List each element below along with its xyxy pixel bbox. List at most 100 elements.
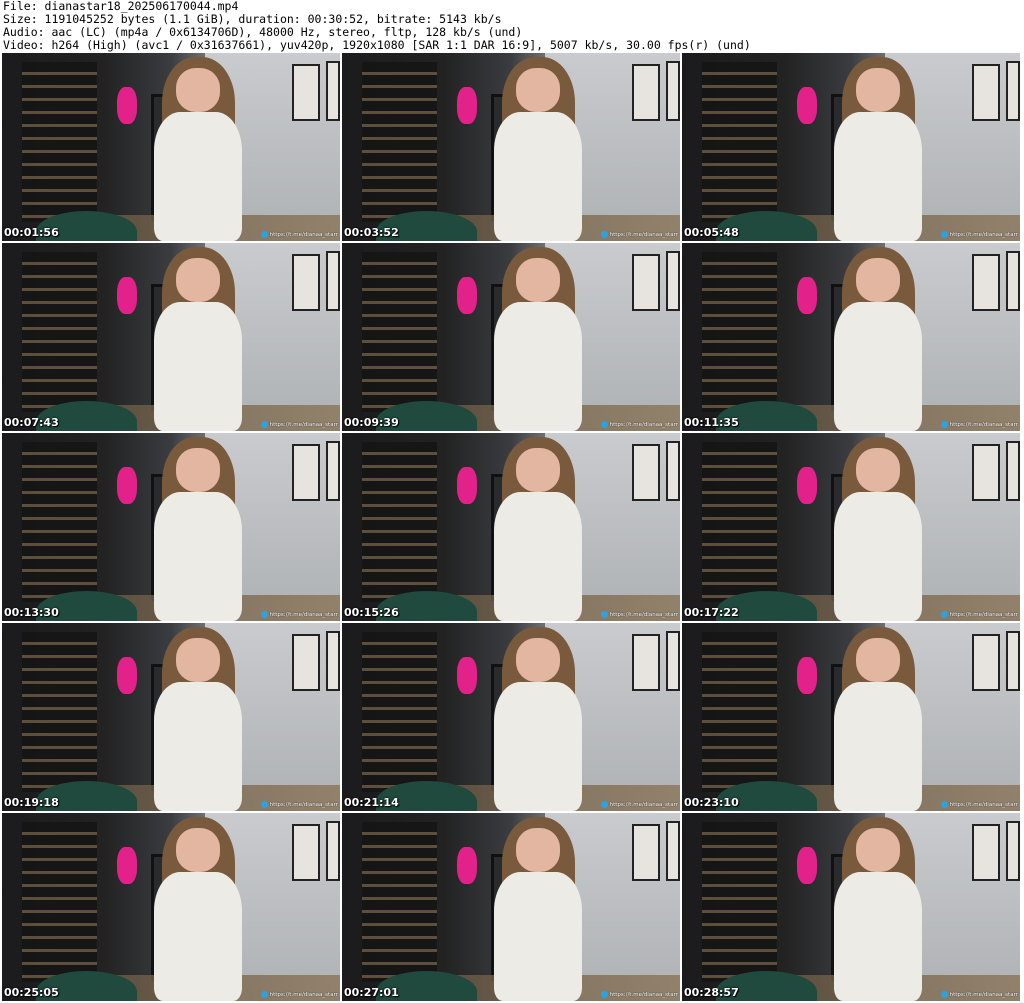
wall-picture-frame [325,250,340,311]
frame-timestamp: 00:11:35 [684,416,739,429]
wall-picture-frame [665,60,680,121]
telegram-icon [600,231,608,238]
person-face [856,257,900,302]
wall-picture-frame [292,254,320,311]
person-body [494,302,582,431]
wall-picture-frame [292,824,320,881]
wall-picture-frame [665,440,680,501]
watermark: https://t.me/dianaa_starr [260,420,338,429]
person-figure [477,56,599,241]
staircase-background [22,252,97,413]
watermark: https://t.me/dianaa_starr [600,610,678,619]
telegram-icon [600,801,608,808]
person-body [834,112,922,241]
wall-picture-frame [972,444,1000,501]
video-line: Video: h264 (High) (avc1 / 0x31637661), … [3,39,751,52]
staircase-background [362,62,437,223]
video-frame-thumbnail: 00:19:18 https://t.me/dianaa_starr [2,623,340,811]
person-face [176,257,220,302]
watermark-text: https://t.me/dianaa_starr [609,991,678,998]
wall-picture-frame [1005,60,1020,121]
person-body [834,302,922,431]
pink-object [796,86,818,125]
telegram-icon [940,421,948,428]
video-frame-thumbnail: 00:09:39 https://t.me/dianaa_starr [342,243,680,431]
pink-object [796,656,818,695]
watermark-text: https://t.me/dianaa_starr [949,231,1018,238]
watermark: https://t.me/dianaa_starr [260,230,338,239]
watermark-text: https://t.me/dianaa_starr [269,231,338,238]
frame-timestamp: 00:15:26 [344,606,399,619]
watermark-text: https://t.me/dianaa_starr [949,421,1018,428]
staircase-background [22,442,97,603]
person-face [856,67,900,112]
video-frame-thumbnail: 00:17:22 https://t.me/dianaa_starr [682,433,1020,621]
wall-picture-frame [292,634,320,691]
staircase-background [22,822,97,983]
wall-picture-frame [1005,630,1020,691]
person-body [494,492,582,621]
wall-picture-frame [632,824,660,881]
person-body [834,682,922,811]
watermark: https://t.me/dianaa_starr [260,610,338,619]
person-figure [137,56,259,241]
person-figure [477,626,599,811]
staircase-background [22,632,97,793]
video-frame-thumbnail: 00:21:14 https://t.me/dianaa_starr [342,623,680,811]
video-frame-thumbnail: 00:01:56 https://t.me/dianaa_starr [2,53,340,241]
wall-picture-frame [972,824,1000,881]
pink-object [796,466,818,505]
watermark: https://t.me/dianaa_starr [600,420,678,429]
staircase-background [362,632,437,793]
video-frame-thumbnail: 00:13:30 https://t.me/dianaa_starr [2,433,340,621]
video-frame-thumbnail: 00:05:48 https://t.me/dianaa_starr [682,53,1020,241]
watermark-text: https://t.me/dianaa_starr [949,801,1018,808]
watermark: https://t.me/dianaa_starr [600,230,678,239]
person-figure [477,246,599,431]
telegram-icon [260,231,268,238]
telegram-icon [600,421,608,428]
person-body [494,112,582,241]
person-figure [817,816,939,1001]
person-body [834,492,922,621]
telegram-icon [600,991,608,998]
wall-picture-frame [632,254,660,311]
video-frame-thumbnail: 00:07:43 https://t.me/dianaa_starr [2,243,340,431]
wall-picture-frame [1005,250,1020,311]
wall-picture-frame [632,444,660,501]
staircase-background [702,252,777,413]
frame-timestamp: 00:27:01 [344,986,399,999]
person-figure [137,626,259,811]
watermark: https://t.me/dianaa_starr [940,420,1018,429]
frame-timestamp: 00:03:52 [344,226,399,239]
pink-object [456,846,478,885]
person-body [834,872,922,1001]
wall-picture-frame [292,444,320,501]
pink-object [456,276,478,315]
video-info-header: File: dianastar18_202506170044.mp4 Size:… [3,0,1021,52]
watermark-text: https://t.me/dianaa_starr [609,231,678,238]
telegram-icon [940,611,948,618]
frame-timestamp: 00:19:18 [4,796,59,809]
frame-timestamp: 00:09:39 [344,416,399,429]
video-frame-thumbnail: 00:27:01 https://t.me/dianaa_starr [342,813,680,1001]
wall-picture-frame [1005,820,1020,881]
watermark-text: https://t.me/dianaa_starr [949,611,1018,618]
wall-picture-frame [325,60,340,121]
person-face [516,257,560,302]
frame-timestamp: 00:25:05 [4,986,59,999]
pink-object [116,846,138,885]
wall-picture-frame [632,634,660,691]
pink-object [116,86,138,125]
frame-timestamp: 00:17:22 [684,606,739,619]
person-body [154,112,242,241]
person-figure [477,436,599,621]
watermark: https://t.me/dianaa_starr [940,800,1018,809]
watermark-text: https://t.me/dianaa_starr [609,421,678,428]
wall-picture-frame [972,254,1000,311]
audio-line: Audio: aac (LC) (mp4a / 0x6134706D), 480… [3,26,523,39]
wall-picture-frame [972,634,1000,691]
person-face [516,447,560,492]
watermark: https://t.me/dianaa_starr [940,230,1018,239]
frame-timestamp: 00:05:48 [684,226,739,239]
